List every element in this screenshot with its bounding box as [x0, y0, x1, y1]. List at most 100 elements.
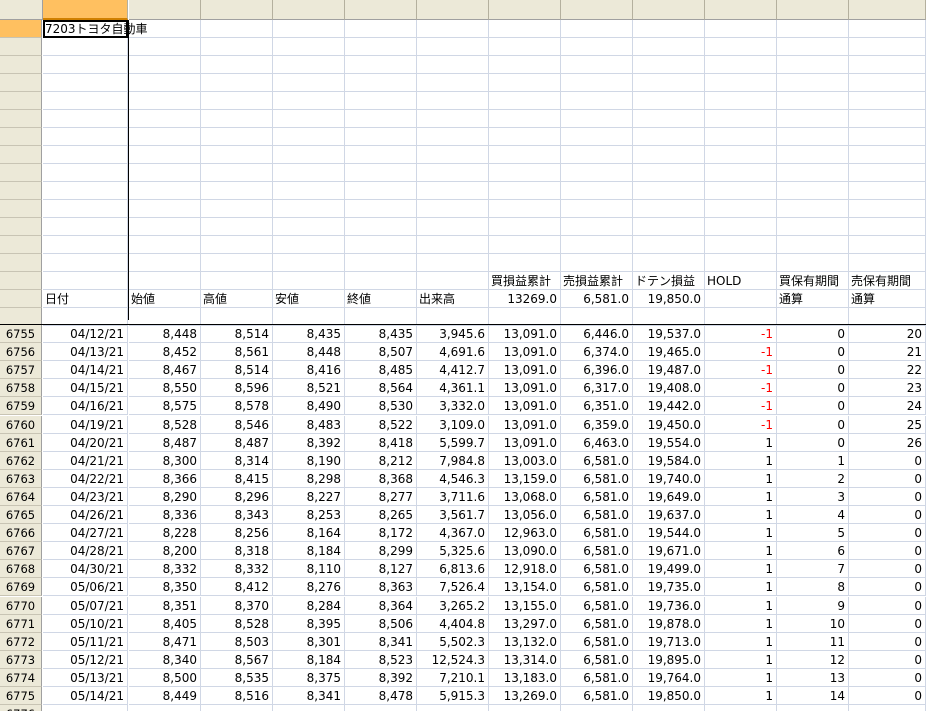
cell-f15[interactable] [417, 272, 489, 290]
cell-f6766[interactable]: 4,367.0 [417, 524, 489, 543]
cell-a12[interactable] [43, 218, 128, 236]
cell-k16[interactable]: 通算 [777, 290, 849, 308]
cell-l6774[interactable]: 0 [849, 668, 926, 687]
cell-i6762[interactable]: 19,584.0 [633, 451, 705, 470]
cell-h15[interactable]: 売損益累計 [561, 272, 633, 290]
row-header-6771[interactable]: 6771 [0, 614, 42, 633]
cell-c6772[interactable]: 8,503 [201, 632, 273, 651]
cell-c6762[interactable]: 8,314 [201, 451, 273, 470]
cell-g6[interactable] [489, 110, 561, 128]
cell-k6766[interactable]: 5 [777, 524, 849, 543]
cell-a15[interactable] [43, 272, 128, 290]
row-header-6764[interactable]: 6764 [0, 487, 42, 506]
cell-b9[interactable] [129, 164, 201, 182]
row-header-6757[interactable]: 6757 [0, 361, 42, 380]
cell-k6759[interactable]: 0 [777, 397, 849, 416]
cell-l9[interactable] [849, 164, 926, 182]
cell-k3[interactable] [777, 56, 849, 74]
cell-e10[interactable] [345, 182, 417, 200]
cell-e13[interactable] [345, 236, 417, 254]
cell-j6764[interactable]: 1 [705, 487, 777, 506]
cell-k6769[interactable]: 8 [777, 578, 849, 597]
cell-i3[interactable] [633, 56, 705, 74]
cell-i6770[interactable]: 19,736.0 [633, 596, 705, 615]
cell-j2[interactable] [705, 38, 777, 56]
cell-k6771[interactable]: 10 [777, 614, 849, 633]
cell-i12[interactable] [633, 218, 705, 236]
cell-g2[interactable] [489, 38, 561, 56]
cell-b6759[interactable]: 8,575 [129, 397, 201, 416]
cell-b6773[interactable]: 8,340 [129, 650, 201, 669]
cell-b6764[interactable]: 8,290 [129, 487, 201, 506]
cell-g6764[interactable]: 13,068.0 [489, 487, 561, 506]
row-header-6773[interactable]: 6773 [0, 650, 42, 669]
cell-j6772[interactable]: 1 [705, 632, 777, 651]
cell-i8[interactable] [633, 146, 705, 164]
cell-l6775[interactable]: 0 [849, 687, 926, 706]
cell-a16[interactable]: 日付 [43, 290, 128, 308]
cell-j6763[interactable]: 1 [705, 469, 777, 488]
cell-h1[interactable] [561, 20, 633, 38]
cell-h6776[interactable] [561, 705, 633, 711]
cell-f6761[interactable]: 5,599.7 [417, 433, 489, 452]
cell-f5[interactable] [417, 92, 489, 110]
row-header-8[interactable] [0, 146, 42, 164]
cell-a6768[interactable]: 04/30/21 [43, 560, 128, 579]
cell-b15[interactable] [129, 272, 201, 290]
cell-j6774[interactable]: 1 [705, 668, 777, 687]
column-header-k[interactable] [777, 0, 849, 20]
cell-j6757[interactable]: -1 [705, 361, 777, 380]
cell-f8[interactable] [417, 146, 489, 164]
cell-b3[interactable] [129, 56, 201, 74]
cell-e6759[interactable]: 8,530 [345, 397, 417, 416]
cell-d1[interactable] [273, 20, 345, 38]
row-header-1[interactable] [0, 20, 42, 38]
cell-b14[interactable] [129, 254, 201, 272]
cell-a9[interactable] [43, 164, 128, 182]
cell-f6762[interactable]: 7,984.8 [417, 451, 489, 470]
cell-l6771[interactable]: 0 [849, 614, 926, 633]
cell-h6772[interactable]: 6,581.0 [561, 632, 633, 651]
cell-d6764[interactable]: 8,227 [273, 487, 345, 506]
cell-j6755[interactable]: -1 [705, 325, 777, 344]
cell-d6757[interactable]: 8,416 [273, 361, 345, 380]
cell-k6764[interactable]: 3 [777, 487, 849, 506]
cell-g8[interactable] [489, 146, 561, 164]
cell-l6772[interactable]: 0 [849, 632, 926, 651]
cell-l6766[interactable]: 0 [849, 524, 926, 543]
cell-f13[interactable] [417, 236, 489, 254]
row-header-6755[interactable]: 6755 [0, 325, 42, 344]
cell-i6769[interactable]: 19,735.0 [633, 578, 705, 597]
cell-g6775[interactable]: 13,269.0 [489, 687, 561, 706]
cell-g13[interactable] [489, 236, 561, 254]
cell-c6763[interactable]: 8,415 [201, 469, 273, 488]
column-header-j[interactable] [705, 0, 777, 20]
cell-l6769[interactable]: 0 [849, 578, 926, 597]
cell-h6763[interactable]: 6,581.0 [561, 469, 633, 488]
cell-l6760[interactable]: 25 [849, 415, 926, 434]
cell-c6757[interactable]: 8,514 [201, 361, 273, 380]
cell-f6770[interactable]: 3,265.2 [417, 596, 489, 615]
cell-j11[interactable] [705, 200, 777, 218]
cell-a6756[interactable]: 04/13/21 [43, 343, 128, 362]
cell-d6775[interactable]: 8,341 [273, 687, 345, 706]
cell-a6766[interactable]: 04/27/21 [43, 524, 128, 543]
cell-a2[interactable] [43, 38, 128, 56]
cell-d6773[interactable]: 8,184 [273, 650, 345, 669]
cell-l16[interactable]: 通算 [849, 290, 926, 308]
cell-l6759[interactable]: 24 [849, 397, 926, 416]
cell-c6761[interactable]: 8,487 [201, 433, 273, 452]
cell-i6776[interactable] [633, 705, 705, 711]
cell-d6760[interactable]: 8,483 [273, 415, 345, 434]
cell-j6767[interactable]: 1 [705, 542, 777, 561]
cell-h12[interactable] [561, 218, 633, 236]
cell-d4[interactable] [273, 74, 345, 92]
cell-a11[interactable] [43, 200, 128, 218]
cell-c10[interactable] [201, 182, 273, 200]
cell-g6766[interactable]: 12,963.0 [489, 524, 561, 543]
cell-b6756[interactable]: 8,452 [129, 343, 201, 362]
cell-e5[interactable] [345, 92, 417, 110]
cell-k7[interactable] [777, 128, 849, 146]
cell-d6765[interactable]: 8,253 [273, 506, 345, 525]
cell-f6758[interactable]: 4,361.1 [417, 379, 489, 398]
